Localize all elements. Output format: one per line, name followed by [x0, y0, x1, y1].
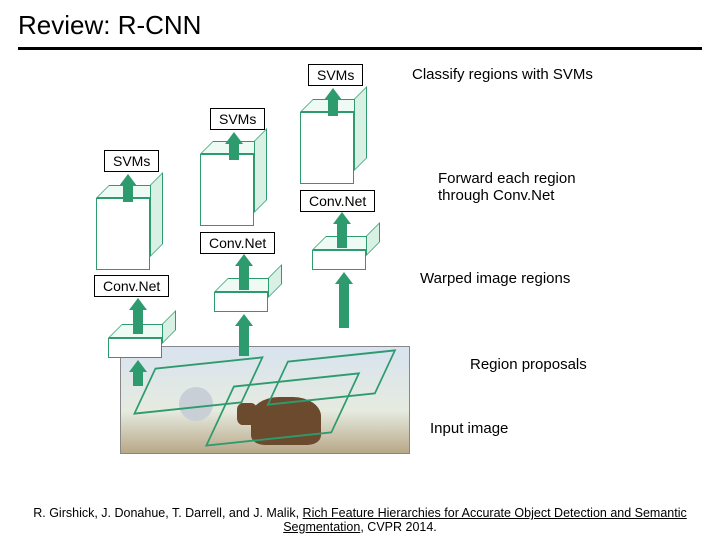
annot-forward: Forward each region through Conv.Net — [438, 170, 618, 204]
citation-paper-title: Rich Feature Hierarchies for Accurate Ob… — [283, 506, 687, 534]
annot-classify: Classify regions with SVMs — [412, 66, 593, 83]
citation: R. Girshick, J. Donahue, T. Darrell, and… — [0, 506, 720, 534]
citation-venue: , CVPR 2014. — [360, 520, 436, 534]
svms-label-2: SVMs — [210, 108, 265, 130]
annot-warped: Warped image regions — [420, 270, 570, 287]
page-title: Review: R-CNN — [0, 0, 720, 47]
convnet-label-2: Conv.Net — [200, 232, 275, 254]
svms-label-3: SVMs — [308, 64, 363, 86]
citation-authors: R. Girshick, J. Donahue, T. Darrell, and… — [33, 506, 302, 520]
annot-inputimg: Input image — [430, 420, 508, 437]
annot-regionprop: Region proposals — [470, 356, 587, 373]
diagram-canvas: SVMs SVMs SVMs Classify regions with SVM… — [0, 50, 720, 480]
input-image — [120, 346, 410, 454]
convnet-label-3: Conv.Net — [300, 190, 375, 212]
convnet-label-1: Conv.Net — [94, 275, 169, 297]
svms-label-1: SVMs — [104, 150, 159, 172]
